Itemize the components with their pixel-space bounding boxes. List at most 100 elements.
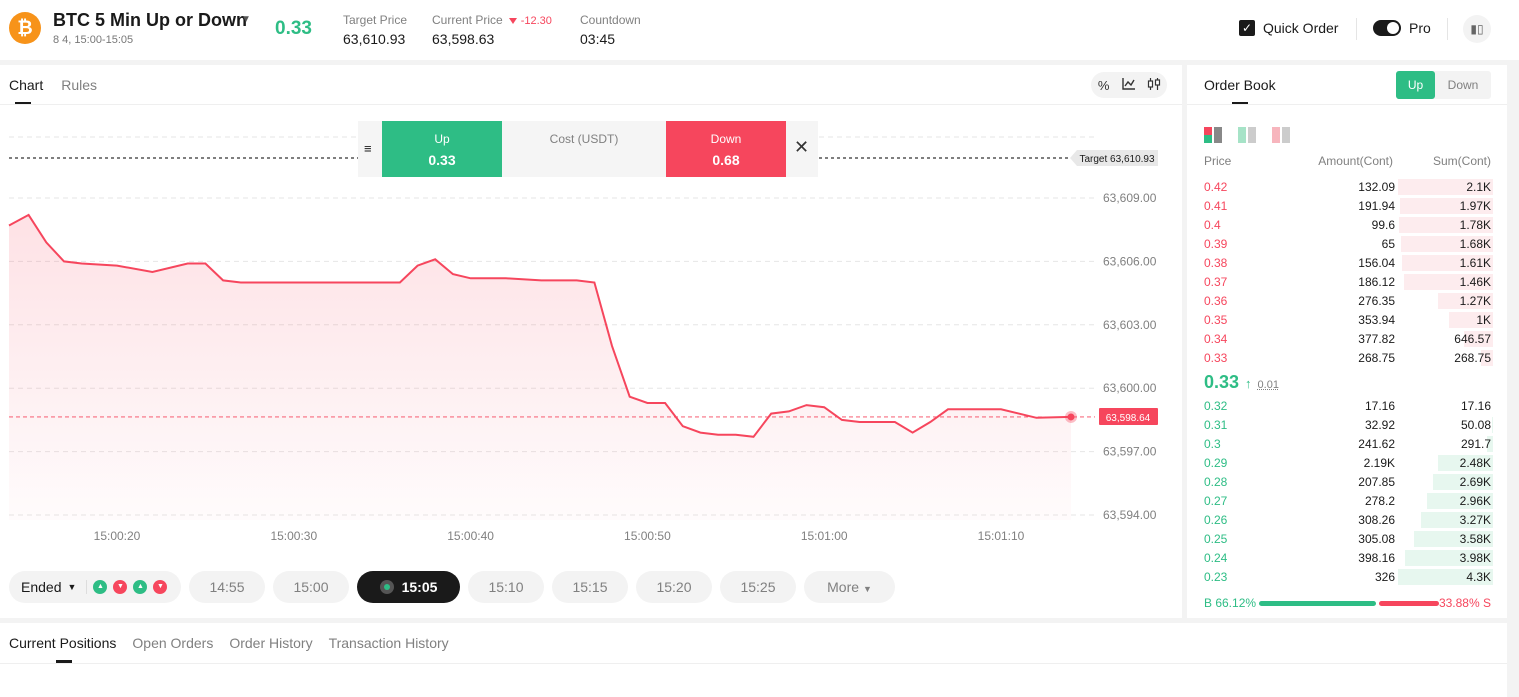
ask-row[interactable]: 0.34 377.82 646.57 bbox=[1200, 329, 1497, 348]
ask-price: 0.33 bbox=[1204, 351, 1228, 365]
x-tick-label: 15:00:50 bbox=[624, 529, 671, 543]
bid-price: 0.27 bbox=[1204, 494, 1228, 508]
up-result-icon: ▲ bbox=[133, 580, 148, 594]
period-label: 15:05 bbox=[401, 579, 438, 595]
bid-sum: 4.3K bbox=[1466, 570, 1491, 584]
status-dropdown[interactable]: Ended ▼ ▲ ▼ ▲ ▼ bbox=[9, 571, 181, 603]
book-icon[interactable]: ▮▯ bbox=[1463, 15, 1491, 43]
ask-row[interactable]: 0.33 268.75 268.75 bbox=[1200, 348, 1497, 367]
chart-tabs: Chart Rules bbox=[9, 77, 97, 105]
bid-sum: 2.96K bbox=[1459, 494, 1491, 508]
period-selector: Ended ▼ ▲ ▼ ▲ ▼ 14:55 15:00 15:05 15:10 … bbox=[9, 571, 895, 603]
bid-sum: 2.69K bbox=[1459, 475, 1491, 489]
depth-bar bbox=[1492, 417, 1493, 433]
ask-sum: 1.61K bbox=[1459, 256, 1491, 270]
tick-size[interactable]: 0.01 bbox=[1258, 379, 1279, 391]
bid-sum: 291.7 bbox=[1460, 437, 1491, 451]
y-tick-label: 63,609.00 bbox=[1103, 191, 1157, 205]
period-15-05[interactable]: 15:05 bbox=[357, 571, 460, 603]
bid-row[interactable]: 0.27 278.2 2.96K bbox=[1200, 491, 1497, 510]
ask-row[interactable]: 0.41 191.94 1.97K bbox=[1200, 196, 1497, 215]
bid-row[interactable]: 0.32 17.16 17.16 bbox=[1200, 396, 1497, 415]
tab-chart[interactable]: Chart bbox=[9, 77, 43, 105]
both-sides-icon[interactable] bbox=[1204, 127, 1222, 143]
period-15-15[interactable]: 15:15 bbox=[552, 571, 628, 603]
ask-price: 0.4 bbox=[1204, 218, 1221, 232]
ask-row[interactable]: 0.42 132.09 2.1K bbox=[1200, 177, 1497, 196]
ask-row[interactable]: 0.37 186.12 1.46K bbox=[1200, 272, 1497, 291]
ask-price: 0.34 bbox=[1204, 332, 1228, 346]
buy-ratio: B 66.12% bbox=[1204, 596, 1257, 610]
divider bbox=[1187, 104, 1507, 105]
tab-transaction-history[interactable]: Transaction History bbox=[329, 635, 449, 651]
ask-amount: 377.82 bbox=[1358, 332, 1395, 346]
down-result-icon: ▼ bbox=[113, 580, 128, 594]
tab-rules[interactable]: Rules bbox=[61, 77, 97, 93]
period-15-25[interactable]: 15:25 bbox=[720, 571, 796, 603]
period-14-55[interactable]: 14:55 bbox=[189, 571, 265, 603]
last-price: 0.33 bbox=[275, 18, 312, 39]
tab-current-positions[interactable]: Current Positions bbox=[9, 635, 116, 663]
orders-panel: Current Positions Open Orders Order Hist… bbox=[0, 623, 1507, 697]
ask-row[interactable]: 0.38 156.04 1.61K bbox=[1200, 253, 1497, 272]
bid-sum: 3.27K bbox=[1459, 513, 1491, 527]
bid-price: 0.31 bbox=[1204, 418, 1228, 432]
checkbox-checked-icon[interactable]: ✓ bbox=[1239, 20, 1255, 36]
x-tick-label: 15:01:10 bbox=[978, 529, 1025, 543]
bid-row[interactable]: 0.23 326 4.3K bbox=[1200, 567, 1497, 586]
bid-row[interactable]: 0.26 308.26 3.27K bbox=[1200, 510, 1497, 529]
percent-icon[interactable]: % bbox=[1095, 78, 1113, 93]
quick-order-toggle[interactable]: ✓ Quick Order bbox=[1239, 20, 1338, 36]
period-15-20[interactable]: 15:20 bbox=[636, 571, 712, 603]
bid-amount: 305.08 bbox=[1358, 532, 1395, 546]
side-tab-up[interactable]: Up bbox=[1396, 71, 1435, 99]
candlestick-icon[interactable] bbox=[1145, 77, 1163, 94]
ask-sum: 1.27K bbox=[1459, 294, 1491, 308]
line-chart-icon[interactable] bbox=[1120, 77, 1138, 93]
period-15-10[interactable]: 15:10 bbox=[468, 571, 544, 603]
menu-icon[interactable]: ≡ bbox=[364, 141, 372, 156]
ask-price: 0.39 bbox=[1204, 237, 1228, 251]
market-subtitle: 8 4, 15:00-15:05 bbox=[53, 34, 134, 46]
current-price-change: -12.30 bbox=[520, 15, 552, 27]
bid-row[interactable]: 0.28 207.85 2.69K bbox=[1200, 472, 1497, 491]
ask-amount: 191.94 bbox=[1358, 199, 1395, 213]
side-tab-down[interactable]: Down bbox=[1435, 71, 1491, 99]
bid-price: 0.25 bbox=[1204, 532, 1228, 546]
chevron-down-icon[interactable]: ▼ bbox=[241, 14, 251, 25]
mid-price: 0.33 ↑ 0.01 bbox=[1204, 372, 1279, 393]
price-header: Price bbox=[1204, 154, 1232, 168]
ask-row[interactable]: 0.4 99.6 1.78K bbox=[1200, 215, 1497, 234]
chart-panel: Chart Rules % 63,609.00 63,606.00 63,603.0… bbox=[0, 65, 1182, 618]
bid-row[interactable]: 0.24 398.16 3.98K bbox=[1200, 548, 1497, 567]
toggle-switch[interactable] bbox=[1373, 20, 1401, 36]
bid-row[interactable]: 0.25 305.08 3.58K bbox=[1200, 529, 1497, 548]
ask-row[interactable]: 0.39 65 1.68K bbox=[1200, 234, 1497, 253]
ask-sum: 1K bbox=[1476, 313, 1491, 327]
ask-row[interactable]: 0.35 353.94 1K bbox=[1200, 310, 1497, 329]
close-icon[interactable]: ✕ bbox=[794, 137, 809, 158]
target-price-stat: Target Price 63,610.93 bbox=[343, 13, 407, 47]
ask-row[interactable]: 0.36 276.35 1.27K bbox=[1200, 291, 1497, 310]
amount-header: Amount(Cont) bbox=[1318, 154, 1393, 168]
ask-price: 0.35 bbox=[1204, 313, 1228, 327]
more-periods-button[interactable]: More ▼ bbox=[804, 571, 895, 603]
buy-down-button[interactable]: Down 0.68 bbox=[666, 121, 786, 177]
bid-row[interactable]: 0.31 32.92 50.08 bbox=[1200, 415, 1497, 434]
tab-order-history[interactable]: Order History bbox=[229, 635, 312, 651]
down-arrow-icon bbox=[508, 17, 517, 24]
pro-toggle[interactable]: Pro bbox=[1373, 20, 1431, 36]
market-title[interactable]: BTC 5 Min Up or Down bbox=[53, 10, 247, 31]
countdown-value: 03:45 bbox=[580, 31, 616, 47]
current-price-tag-label: 63,598.64 bbox=[1106, 413, 1151, 424]
bid-row[interactable]: 0.3 241.62 291.7 bbox=[1200, 434, 1497, 453]
tab-open-orders[interactable]: Open Orders bbox=[132, 635, 213, 651]
asks-only-icon[interactable] bbox=[1272, 127, 1290, 143]
buy-up-button[interactable]: Up 0.33 bbox=[382, 121, 502, 177]
bid-row[interactable]: 0.29 2.19K 2.48K bbox=[1200, 453, 1497, 472]
bids-only-icon[interactable] bbox=[1238, 127, 1256, 143]
bid-amount: 308.26 bbox=[1358, 513, 1395, 527]
period-15-00[interactable]: 15:00 bbox=[273, 571, 349, 603]
ask-amount: 156.04 bbox=[1358, 256, 1395, 270]
y-tick-label: 63,597.00 bbox=[1103, 445, 1157, 459]
